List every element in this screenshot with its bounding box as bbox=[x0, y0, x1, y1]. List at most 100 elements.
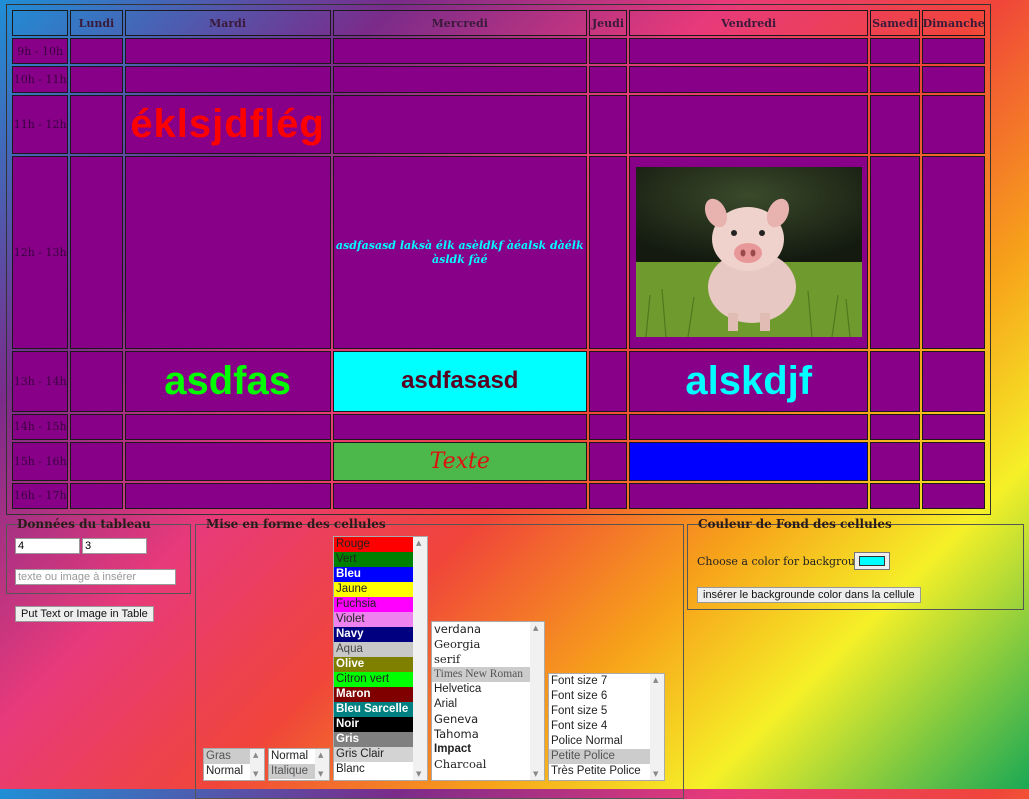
font-family-select[interactable]: verdana Georgia serif Times New Roman Helvet… bbox=[431, 621, 545, 781]
option-item[interactable]: Police Normal bbox=[549, 734, 650, 749]
font-style-select[interactable]: Normal Italique ▲ ▼ bbox=[268, 748, 330, 781]
scroll-up-icon[interactable]: ▲ bbox=[253, 751, 258, 759]
option-item[interactable]: Helvetica bbox=[432, 682, 530, 697]
cell[interactable] bbox=[921, 441, 985, 481]
option-item[interactable]: Geneva bbox=[432, 712, 530, 727]
cell[interactable] bbox=[588, 38, 628, 65]
cell[interactable] bbox=[870, 413, 920, 440]
cell-vendredi-13h[interactable]: alskdjf bbox=[629, 350, 869, 412]
cell-mardi-13h[interactable]: asdfas bbox=[124, 350, 331, 412]
cell[interactable] bbox=[629, 482, 869, 509]
scrollbar[interactable]: ▲ ▼ bbox=[650, 674, 664, 780]
cell[interactable] bbox=[870, 350, 920, 412]
cell[interactable] bbox=[124, 441, 331, 481]
option-item[interactable]: serif bbox=[432, 652, 530, 667]
cell[interactable] bbox=[124, 155, 331, 349]
scroll-down-icon[interactable]: ▼ bbox=[653, 770, 658, 778]
option-item[interactable]: Navy bbox=[334, 627, 413, 642]
option-item[interactable]: Charcoal bbox=[432, 757, 530, 772]
option-item[interactable]: Tahoma bbox=[432, 727, 530, 742]
cell[interactable] bbox=[588, 155, 628, 349]
cell[interactable] bbox=[588, 350, 628, 412]
cell[interactable] bbox=[921, 413, 985, 440]
cell[interactable] bbox=[70, 38, 123, 65]
cell[interactable] bbox=[70, 66, 123, 93]
option-item[interactable]: verdana bbox=[432, 622, 530, 637]
cell[interactable] bbox=[870, 38, 920, 65]
insert-background-button[interactable]: insérer le backgrounde color dans la cel… bbox=[697, 587, 921, 603]
option-item[interactable]: Fuchsia bbox=[334, 597, 413, 612]
cell[interactable] bbox=[70, 350, 123, 412]
option-item[interactable]: Font size 7 bbox=[549, 674, 650, 689]
scroll-down-icon[interactable]: ▼ bbox=[416, 770, 421, 778]
scroll-up-icon[interactable]: ▲ bbox=[533, 624, 538, 632]
option-item[interactable]: Font size 6 bbox=[549, 689, 650, 704]
option-item[interactable]: Blanc bbox=[334, 762, 413, 777]
cell-vendredi-15h[interactable] bbox=[629, 441, 869, 481]
option-item[interactable]: Gras bbox=[204, 749, 250, 764]
cell[interactable] bbox=[870, 94, 920, 154]
cell[interactable] bbox=[588, 94, 628, 154]
cell-vendredi-12h[interactable] bbox=[629, 155, 869, 349]
cell[interactable] bbox=[629, 413, 869, 440]
option-item[interactable]: Rouge bbox=[334, 537, 413, 552]
option-item[interactable]: Vert bbox=[334, 552, 413, 567]
option-item[interactable]: Très Petite Police bbox=[549, 764, 650, 779]
cell[interactable] bbox=[588, 441, 628, 481]
option-item[interactable]: Bleu Sarcelle bbox=[334, 702, 413, 717]
option-item[interactable]: Arial bbox=[432, 697, 530, 712]
cell[interactable] bbox=[332, 482, 587, 509]
cell[interactable] bbox=[70, 482, 123, 509]
option-item[interactable]: Aqua bbox=[334, 642, 413, 657]
font-weight-select[interactable]: Gras Normal ▲ ▼ bbox=[203, 748, 265, 781]
scroll-down-icon[interactable]: ▼ bbox=[318, 770, 323, 778]
cell[interactable] bbox=[921, 38, 985, 65]
cell-mardi-11h[interactable]: éklsjdflég bbox=[124, 94, 331, 154]
scrollbar[interactable]: ▲ ▼ bbox=[250, 749, 264, 780]
put-in-table-button[interactable]: Put Text or Image in Table bbox=[15, 606, 154, 622]
option-item[interactable]: Maron bbox=[334, 687, 413, 702]
option-item[interactable]: Gris bbox=[334, 732, 413, 747]
cell[interactable] bbox=[629, 66, 869, 93]
option-item[interactable]: Petite Police bbox=[549, 749, 650, 764]
cell[interactable] bbox=[921, 66, 985, 93]
column-input[interactable] bbox=[82, 538, 147, 554]
scroll-down-icon[interactable]: ▼ bbox=[253, 770, 258, 778]
row-input[interactable] bbox=[15, 538, 80, 554]
scrollbar[interactable]: ▲ ▼ bbox=[530, 622, 544, 780]
option-item[interactable]: Bleu bbox=[334, 567, 413, 582]
option-item[interactable]: Times New Roman bbox=[432, 667, 530, 682]
cell[interactable] bbox=[70, 413, 123, 440]
cell[interactable] bbox=[588, 413, 628, 440]
cell[interactable] bbox=[332, 38, 587, 65]
cell[interactable] bbox=[870, 482, 920, 509]
option-item[interactable]: Gris Clair bbox=[334, 747, 413, 762]
font-size-select[interactable]: Font size 7 Font size 6 Font size 5 Font si… bbox=[548, 673, 665, 781]
cell[interactable] bbox=[124, 482, 331, 509]
cell[interactable] bbox=[332, 66, 587, 93]
cell[interactable] bbox=[870, 441, 920, 481]
option-item[interactable]: Font size 4 bbox=[549, 719, 650, 734]
scrollbar[interactable]: ▲ ▼ bbox=[413, 537, 427, 780]
cell[interactable] bbox=[70, 441, 123, 481]
cell[interactable] bbox=[921, 94, 985, 154]
option-item[interactable]: Olive bbox=[334, 657, 413, 672]
option-item[interactable]: Citron vert bbox=[334, 672, 413, 687]
cell[interactable] bbox=[870, 155, 920, 349]
option-item[interactable]: Impact bbox=[432, 742, 530, 757]
content-input[interactable] bbox=[15, 569, 176, 585]
option-item[interactable]: Violet bbox=[334, 612, 413, 627]
scroll-down-icon[interactable]: ▼ bbox=[533, 770, 538, 778]
cell[interactable] bbox=[124, 66, 331, 93]
option-item[interactable]: Italique bbox=[269, 764, 315, 779]
text-color-select[interactable]: Rouge Vert Bleu Jaune Fuchsia Violet Navy Aqua O… bbox=[333, 536, 428, 781]
cell[interactable] bbox=[921, 482, 985, 509]
background-color-picker[interactable] bbox=[854, 552, 890, 570]
option-item[interactable]: Georgia bbox=[432, 637, 530, 652]
cell[interactable] bbox=[332, 94, 587, 154]
cell[interactable] bbox=[870, 66, 920, 93]
option-item[interactable]: Noir bbox=[334, 717, 413, 732]
cell[interactable] bbox=[921, 350, 985, 412]
option-item[interactable]: Jaune bbox=[334, 582, 413, 597]
scroll-up-icon[interactable]: ▲ bbox=[318, 751, 323, 759]
